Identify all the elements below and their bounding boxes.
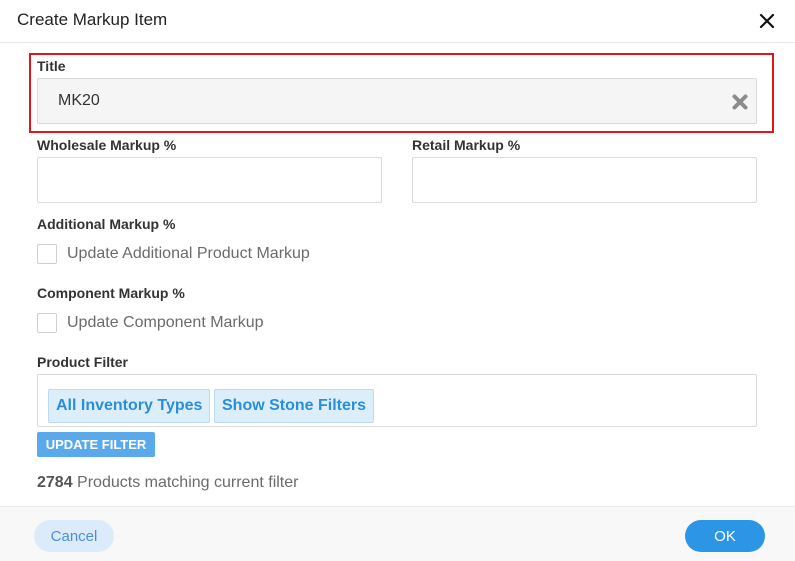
dialog-title: Create Markup Item bbox=[17, 10, 168, 29]
title-field[interactable] bbox=[37, 78, 757, 124]
show-stone-filters-chip[interactable]: Show Stone Filters bbox=[214, 389, 375, 423]
dialog-header: Create Markup Item bbox=[0, 0, 795, 43]
title-label: Title bbox=[37, 58, 66, 74]
update-filter-button[interactable]: UPDATE FILTER bbox=[37, 432, 155, 457]
additional-markup-checkbox-label: Update Additional Product Markup bbox=[67, 245, 310, 262]
component-markup-checkbox[interactable] bbox=[37, 313, 57, 333]
additional-markup-checkbox[interactable] bbox=[37, 244, 57, 264]
match-count: 2784 bbox=[37, 474, 73, 491]
dialog-footer: Cancel OK bbox=[0, 506, 795, 561]
wholesale-markup-field[interactable] bbox=[37, 157, 382, 203]
create-markup-dialog: Create Markup Item Title Wholesale Marku… bbox=[0, 0, 795, 561]
wholesale-markup-label: Wholesale Markup % bbox=[37, 137, 177, 153]
product-filter-box: All Inventory Types Show Stone Filters bbox=[37, 374, 757, 427]
retail-markup-field[interactable] bbox=[412, 157, 757, 203]
match-count-text: 2784 Products matching current filter bbox=[37, 474, 298, 492]
cancel-button[interactable]: Cancel bbox=[34, 520, 114, 552]
component-markup-label: Component Markup % bbox=[37, 285, 185, 301]
match-description: Products matching current filter bbox=[77, 474, 299, 491]
clear-button[interactable] bbox=[732, 94, 748, 110]
component-markup-checkbox-row[interactable]: Update Component Markup bbox=[37, 313, 264, 333]
additional-markup-checkbox-row[interactable]: Update Additional Product Markup bbox=[37, 244, 310, 264]
ok-button[interactable]: OK bbox=[685, 520, 765, 552]
retail-markup-input[interactable] bbox=[413, 158, 756, 202]
wholesale-markup-input[interactable] bbox=[38, 158, 381, 202]
retail-markup-label: Retail Markup % bbox=[412, 137, 521, 153]
clear-icon bbox=[732, 94, 748, 110]
close-button[interactable] bbox=[757, 11, 777, 31]
all-inventory-types-chip[interactable]: All Inventory Types bbox=[48, 389, 211, 423]
component-markup-checkbox-label: Update Component Markup bbox=[67, 314, 264, 331]
title-input[interactable] bbox=[38, 79, 756, 123]
additional-markup-label: Additional Markup % bbox=[37, 216, 176, 232]
close-icon bbox=[759, 13, 775, 29]
product-filter-label: Product Filter bbox=[37, 354, 129, 370]
